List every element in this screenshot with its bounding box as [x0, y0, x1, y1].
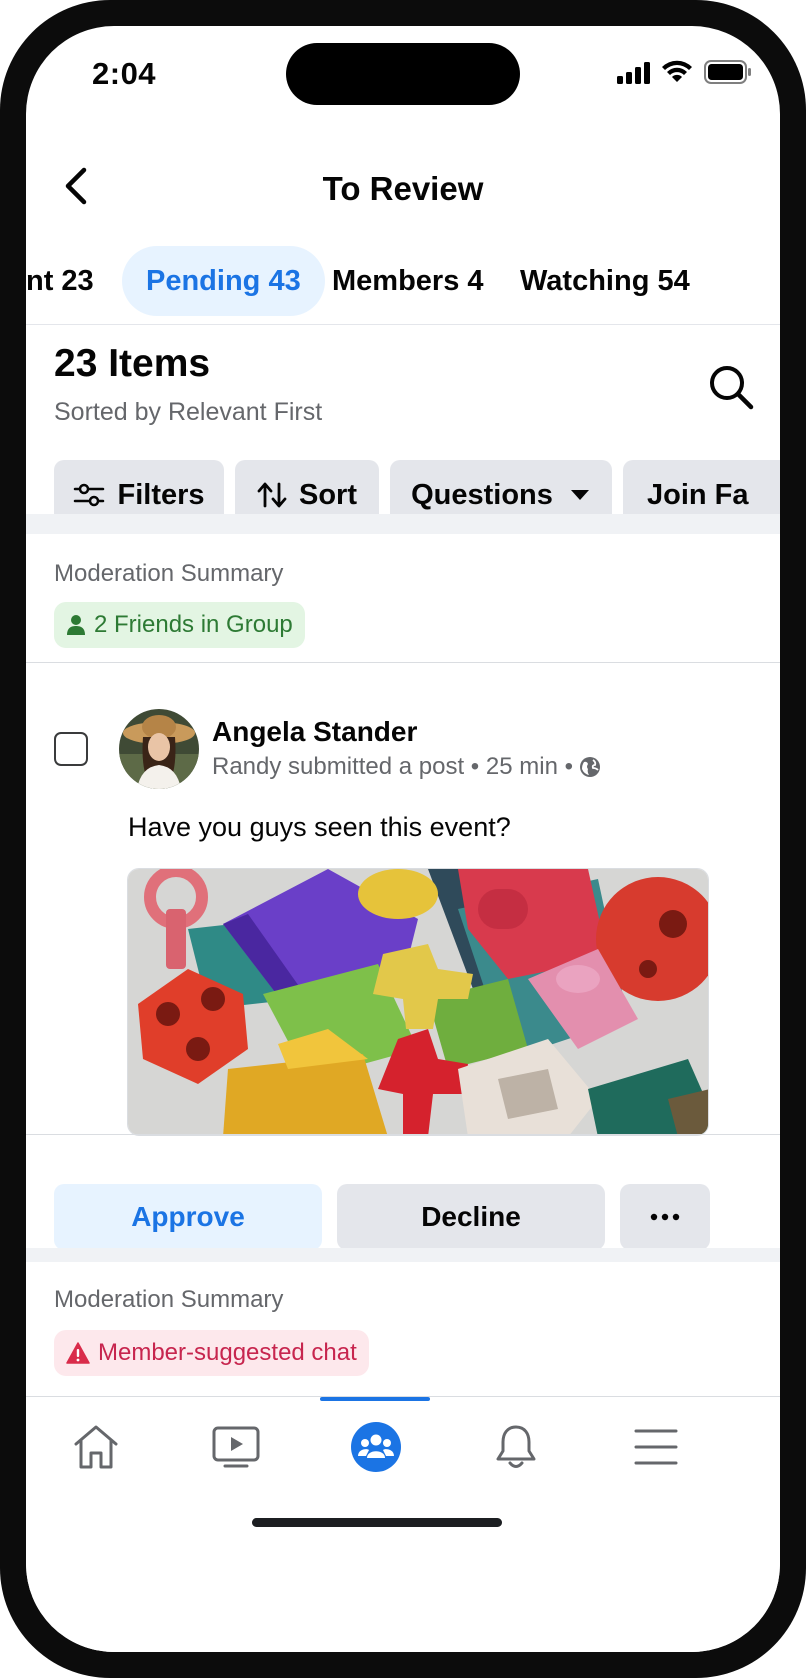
moderation-summary-label: Moderation Summary	[54, 1286, 284, 1313]
section-divider	[26, 514, 780, 534]
tab-content[interactable]: nt 23	[26, 246, 94, 316]
sort-description: Sorted by Relevant First	[54, 398, 323, 426]
post-image[interactable]	[127, 868, 709, 1136]
more-dots-icon	[650, 1213, 680, 1221]
select-checkbox[interactable]	[54, 732, 88, 766]
approve-button[interactable]: Approve	[54, 1184, 322, 1250]
search-icon[interactable]	[706, 362, 756, 412]
post-text: Have you guys seen this event?	[128, 812, 511, 842]
caret-down-icon	[570, 490, 589, 500]
decline-button[interactable]: Decline	[337, 1184, 605, 1250]
status-bar: 2:04	[26, 26, 780, 136]
nav-notifications[interactable]	[486, 1417, 546, 1477]
toy-blocks-illustration	[128, 869, 708, 1135]
review-tabs: nt 23 Pending 43 Members 4 Watching 54	[26, 234, 780, 325]
nav-home[interactable]	[66, 1417, 126, 1477]
sort-arrows-icon	[257, 482, 287, 508]
more-options-button[interactable]	[620, 1184, 710, 1250]
status-time: 2:04	[92, 56, 157, 91]
post-meta: Randy submitted a post • 25 min •	[212, 753, 601, 781]
tab-watching[interactable]: Watching 54	[520, 246, 690, 316]
author-name[interactable]: Angela Stander	[212, 716, 417, 748]
join-filter-label: Join Fa	[647, 478, 749, 511]
home-indicator	[252, 1518, 502, 1527]
post-meta-text: Randy submitted a post • 25 min •	[212, 753, 573, 780]
questions-label: Questions	[411, 478, 553, 511]
warning-icon	[66, 1342, 90, 1364]
friends-badge-label: 2 Friends in Group	[94, 611, 293, 638]
moderation-summary-label: Moderation Summary	[54, 560, 284, 587]
globe-icon	[579, 757, 600, 777]
friends-badge: 2 Friends in Group	[54, 602, 305, 648]
avatar-photo	[119, 709, 199, 789]
nav-video[interactable]	[206, 1417, 266, 1477]
divider	[26, 662, 780, 663]
tab-pending[interactable]: Pending 43	[122, 246, 325, 316]
divider	[26, 1134, 780, 1135]
home-icon	[74, 1425, 118, 1469]
video-icon	[212, 1426, 260, 1468]
screen: 2:04 To Review nt 23 Pending 43 Members …	[26, 26, 780, 1652]
groups-icon	[351, 1422, 401, 1472]
active-tab-indicator	[320, 1397, 430, 1401]
member-chat-badge: Member-suggested chat	[54, 1330, 369, 1376]
section-divider	[26, 1248, 780, 1262]
items-count-title: 23 Items	[54, 342, 211, 385]
nav-menu[interactable]	[626, 1417, 686, 1477]
wifi-icon	[662, 60, 692, 82]
sliders-icon	[74, 483, 105, 507]
page-title: To Review	[322, 170, 484, 207]
nav-groups[interactable]	[346, 1417, 406, 1477]
avatar[interactable]	[119, 709, 199, 789]
person-icon	[67, 615, 85, 635]
phone-frame: 2:04 To Review nt 23 Pending 43 Members …	[0, 0, 806, 1678]
tab-members[interactable]: Members 4	[332, 246, 484, 316]
dynamic-island	[286, 43, 520, 105]
sort-label: Sort	[299, 478, 357, 511]
menu-icon	[634, 1429, 678, 1465]
filters-label: Filters	[117, 478, 205, 511]
member-chat-badge-label: Member-suggested chat	[98, 1339, 357, 1366]
battery-icon	[704, 60, 751, 84]
bell-icon	[496, 1425, 536, 1468]
signal-icon	[617, 62, 650, 84]
page-header: To Review	[26, 136, 780, 236]
